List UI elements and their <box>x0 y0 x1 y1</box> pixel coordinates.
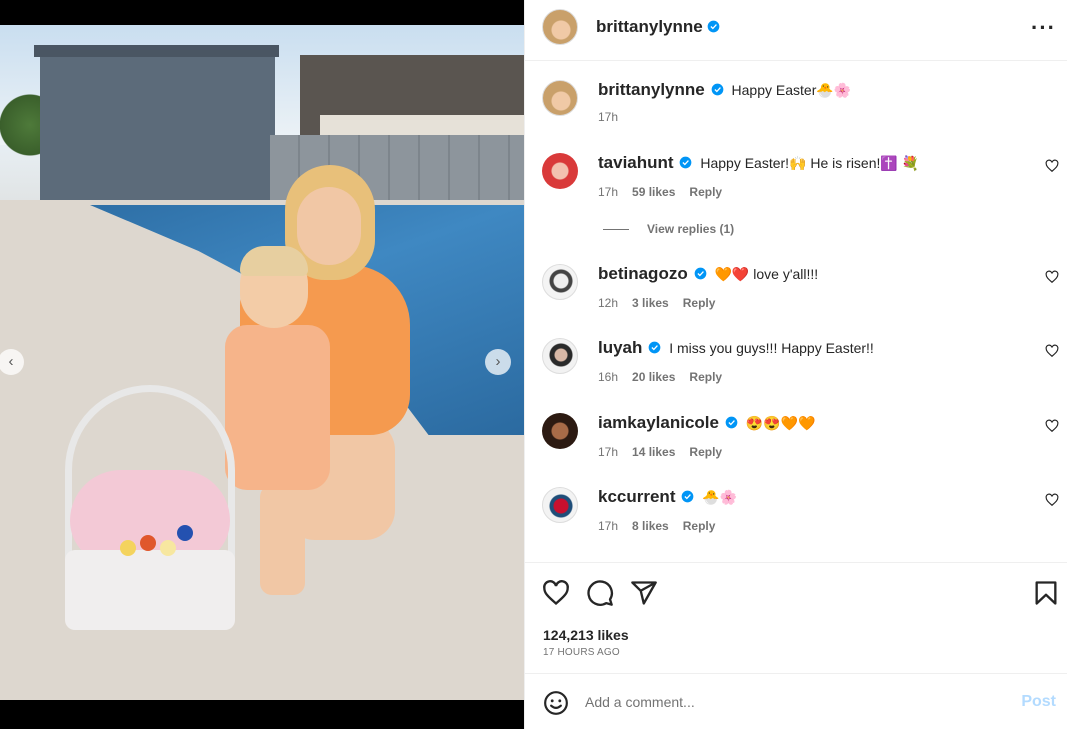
reply-button[interactable]: Reply <box>683 296 716 310</box>
view-replies-button[interactable]: View replies (1) <box>647 222 734 236</box>
caption-text: Happy Easter🐣🌸 <box>731 82 852 98</box>
verified-badge-icon <box>680 156 692 169</box>
comment-username[interactable]: iamkaylanicole <box>598 413 719 432</box>
post-button[interactable]: Post <box>1021 693 1056 711</box>
emoji-icon[interactable] <box>543 690 569 716</box>
divider <box>603 229 629 231</box>
post-details-panel: brittanylynne ··· brittanylynne Happy Ea… <box>524 0 1067 729</box>
heart-icon[interactable] <box>1045 493 1059 507</box>
reply-button[interactable]: Reply <box>689 185 722 199</box>
heart-icon[interactable] <box>542 579 570 607</box>
caption-row: brittanylynne Happy Easter🐣🌸 17h <box>525 80 1067 130</box>
comment-time: 12h <box>598 296 619 310</box>
post-author-username[interactable]: brittanylynne <box>596 17 703 36</box>
comment-username[interactable]: luyah <box>598 338 642 357</box>
comment-text: 😍😍🧡🧡 <box>745 415 816 431</box>
heart-icon[interactable] <box>1045 344 1059 358</box>
avatar[interactable] <box>542 153 578 189</box>
reply-button[interactable]: Reply <box>683 519 716 533</box>
avatar[interactable] <box>542 9 578 45</box>
heart-icon[interactable] <box>1045 419 1059 433</box>
verified-badge-icon <box>648 341 661 354</box>
comment-likes[interactable]: 20 likes <box>632 370 675 384</box>
reply-button[interactable]: Reply <box>689 445 722 459</box>
post-photo <box>0 25 524 700</box>
more-options-icon[interactable]: ··· <box>1031 15 1056 41</box>
verified-badge-icon <box>694 267 706 280</box>
bookmark-icon[interactable] <box>1032 579 1060 607</box>
verified-badge-icon <box>682 490 694 503</box>
comment-username[interactable]: taviahunt <box>598 153 674 172</box>
comment-text: I miss you guys!!! Happy Easter!! <box>669 340 874 356</box>
avatar[interactable] <box>542 413 578 449</box>
comment-text: 🧡❤️ love y'all!!! <box>714 266 819 282</box>
comment-row: betinagozo 🧡❤️ love y'all!!! 12h 3 likes R… <box>525 264 1067 314</box>
comment-time: 17h <box>598 519 619 533</box>
comments-list: brittanylynne Happy Easter🐣🌸 17h taviahu… <box>525 62 1067 562</box>
post-actions: 124,213 likes 17 HOURS AGO <box>525 562 1067 673</box>
likes-count[interactable]: 124,213 likes <box>543 627 629 643</box>
comment-username[interactable]: kccurrent <box>598 487 675 506</box>
comment-likes[interactable]: 8 likes <box>632 519 669 533</box>
comment-likes[interactable]: 3 likes <box>632 296 669 310</box>
avatar[interactable] <box>542 80 578 116</box>
comment-likes[interactable]: 14 likes <box>632 445 675 459</box>
comment-time: 17h <box>598 185 619 199</box>
post-time-ago: 17 HOURS AGO <box>543 647 620 658</box>
comment-likes[interactable]: 59 likes <box>632 185 675 199</box>
caption-username[interactable]: brittanylynne <box>598 80 705 99</box>
post-media: ‹ › <box>0 0 524 729</box>
verified-badge-icon <box>725 416 738 429</box>
verified-badge-icon <box>707 20 720 33</box>
verified-badge-icon <box>711 83 723 96</box>
comment-icon[interactable] <box>586 579 614 607</box>
comment-text: Happy Easter!🙌 He is risen!✝️ 💐 <box>700 155 920 171</box>
comment-input[interactable] <box>585 691 985 713</box>
comment-row: luyah I miss you guys!!! Happy Easter!! … <box>525 338 1067 388</box>
comment-text: 🐣🌸 <box>702 489 738 505</box>
add-comment-bar: Post <box>525 673 1067 729</box>
share-icon[interactable] <box>630 579 658 607</box>
reply-button[interactable]: Reply <box>689 370 722 384</box>
comment-username[interactable]: betinagozo <box>598 264 688 283</box>
post-header: brittanylynne ··· <box>525 0 1067 61</box>
avatar[interactable] <box>542 487 578 523</box>
comment-row: taviahunt Happy Easter!🙌 He is risen!✝️ … <box>525 153 1067 203</box>
comment-row: kccurrent 🐣🌸 17h 8 likes Reply <box>525 487 1067 537</box>
view-replies-row: View replies (1) <box>525 222 1067 242</box>
heart-icon[interactable] <box>1045 159 1059 173</box>
carousel-next-icon[interactable]: › <box>485 349 511 375</box>
avatar[interactable] <box>542 338 578 374</box>
comment-time: 17h <box>598 445 619 459</box>
comment-time: 16h <box>598 370 619 384</box>
avatar[interactable] <box>542 264 578 300</box>
heart-icon[interactable] <box>1045 270 1059 284</box>
instagram-post-view: ‹ › brittanylynne ··· brittanylynne Happ… <box>0 0 1067 729</box>
comment-row: iamkaylanicole 😍😍🧡🧡 17h 14 likes Reply <box>525 413 1067 463</box>
caption-time: 17h <box>598 110 619 124</box>
